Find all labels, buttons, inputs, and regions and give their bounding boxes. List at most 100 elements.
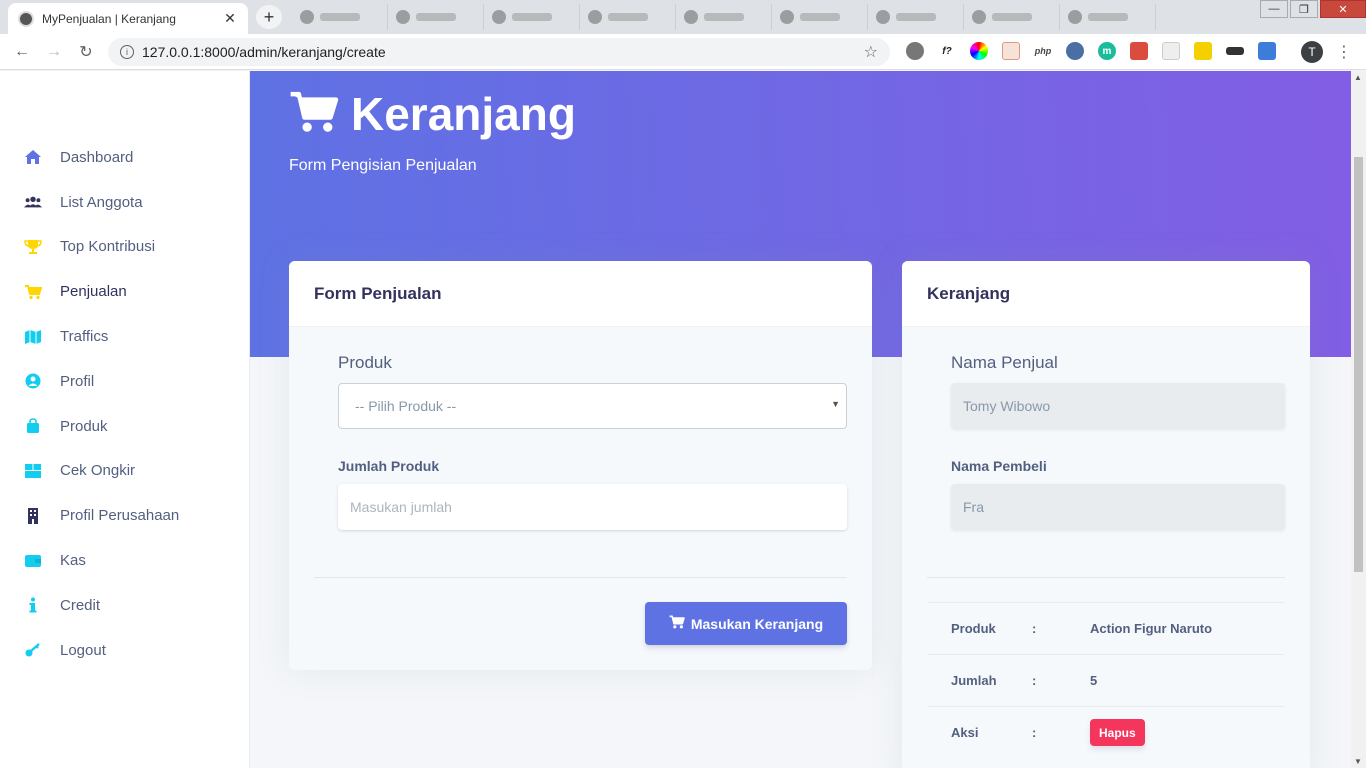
ruler-extension-icon[interactable] <box>1194 42 1212 60</box>
background-tab[interactable] <box>676 4 772 30</box>
hapus-button[interactable]: Hapus <box>1090 719 1145 746</box>
page-scrollbar[interactable]: ▲ ▼ <box>1351 71 1366 768</box>
sidebar-item-cek-ongkir[interactable]: Cek Ongkir <box>0 449 250 494</box>
sidebar-item-profil[interactable]: Profil <box>0 359 250 404</box>
sidebar-item-label: Profil <box>60 372 95 390</box>
page-title: Keranjang <box>289 87 576 141</box>
bookmark-star-icon[interactable]: ☆ <box>864 42 878 62</box>
card-title: Keranjang <box>927 283 1011 303</box>
jumlah-placeholder: Masukan jumlah <box>350 499 452 515</box>
cart-table: Produk : Action Figur Naruto Jumlah : 5 … <box>927 602 1284 758</box>
row-value: Action Figur Naruto <box>1090 621 1213 636</box>
sidebar-item-label: Cek Ongkir <box>60 462 136 480</box>
download-extension-icon[interactable] <box>1258 42 1276 60</box>
page-title-text: Keranjang <box>351 88 576 140</box>
browser-tab-active[interactable]: MyPenjualan | Keranjang ✕ <box>8 3 248 34</box>
php-extension-icon[interactable]: php <box>1034 42 1052 60</box>
sidebar-item-credit[interactable]: Credit <box>0 583 250 628</box>
masukan-keranjang-button[interactable]: Masukan Keranjang <box>645 602 847 645</box>
button-label: Masukan Keranjang <box>690 615 824 632</box>
sidebar-nav: Dashboard List Anggota Top Kontribusi Pe… <box>0 135 250 673</box>
building-icon <box>24 507 42 524</box>
tab-close-icon[interactable]: ✕ <box>222 10 238 27</box>
produk-label: Produk <box>338 353 392 372</box>
cart-icon <box>24 284 42 300</box>
sidebar-item-produk[interactable]: Produk <box>0 404 250 449</box>
info-icon <box>24 597 42 613</box>
m-extension-icon[interactable]: m <box>1098 42 1116 60</box>
row-key: Jumlah <box>951 673 997 688</box>
card-header: Keranjang <box>902 261 1310 327</box>
settings-extension-icon[interactable] <box>906 42 924 60</box>
sidebar-item-logout[interactable]: Logout <box>0 628 250 673</box>
sidebar-item-label: Profil Perusahaan <box>60 507 180 525</box>
map-icon <box>24 329 42 345</box>
scroll-thumb[interactable] <box>1354 157 1363 572</box>
profile-avatar[interactable]: T <box>1301 41 1323 63</box>
browser-tab-bar: MyPenjualan | Keranjang ✕ + — ❐ ✕ <box>0 0 1366 34</box>
table-row: Jumlah : 5 <box>927 654 1284 706</box>
address-bar[interactable]: i 127.0.0.1:8000/admin/keranjang/create … <box>108 38 890 66</box>
users-icon <box>24 194 42 210</box>
browser-menu-icon[interactable]: ⋮ <box>1336 42 1352 62</box>
scroll-down-icon[interactable]: ▼ <box>1354 757 1362 766</box>
maximize-icon[interactable]: ❐ <box>1290 0 1318 18</box>
background-tab[interactable] <box>1060 4 1156 30</box>
nama-penjual-value: Tomy Wibowo <box>963 398 1051 414</box>
mask-extension-icon[interactable] <box>1226 47 1244 55</box>
tab-favicon-icon <box>18 10 34 27</box>
color-wheel-extension-icon[interactable] <box>970 42 988 60</box>
window-close-icon[interactable]: ✕ <box>1320 0 1366 18</box>
sidebar-item-profil-perusahaan[interactable]: Profil Perusahaan <box>0 493 250 538</box>
form-penjualan-card: Form Penjualan Produk -- Pilih Produk --… <box>289 261 872 670</box>
sidebar-item-label: Traffics <box>60 328 109 346</box>
background-tab[interactable] <box>772 4 868 30</box>
site-info-icon[interactable]: i <box>120 45 134 59</box>
sidebar-item-label: Logout <box>60 641 106 659</box>
sidebar-item-list-anggota[interactable]: List Anggota <box>0 180 250 225</box>
back-arrow-icon[interactable]: ← <box>6 43 38 61</box>
sidebar-item-top-kontribusi[interactable]: Top Kontribusi <box>0 225 250 270</box>
todoist-extension-icon[interactable] <box>1130 42 1148 60</box>
jumlah-input[interactable]: Masukan jumlah <box>338 484 847 530</box>
note-extension-icon[interactable] <box>1002 42 1020 60</box>
sidebar-item-kas[interactable]: Kas <box>0 538 250 583</box>
background-tab[interactable] <box>964 4 1060 30</box>
sidebar-item-penjualan[interactable]: Penjualan <box>0 269 250 314</box>
minimize-icon[interactable]: — <box>1260 0 1288 18</box>
background-tab[interactable] <box>580 4 676 30</box>
new-tab-button[interactable]: + <box>256 5 282 29</box>
nama-pembeli-value: Fra <box>963 499 984 515</box>
sidebar-item-label: Penjualan <box>60 283 127 301</box>
compass-extension-icon[interactable] <box>1066 42 1084 60</box>
font-extension-icon[interactable]: f? <box>938 42 956 60</box>
sidebar-item-dashboard[interactable]: Dashboard <box>0 135 250 180</box>
row-key: Produk <box>951 621 996 636</box>
background-tab[interactable] <box>292 4 388 30</box>
row-value: 5 <box>1090 673 1098 688</box>
background-tab[interactable] <box>868 4 964 30</box>
cart-icon <box>289 90 339 139</box>
chevron-down-icon: ▼ <box>831 399 840 409</box>
card-header: Form Penjualan <box>289 261 872 327</box>
scroll-up-icon[interactable]: ▲ <box>1354 73 1362 82</box>
trophy-icon <box>24 239 42 255</box>
row-separator: : <box>1032 621 1037 636</box>
sidebar-item-traffics[interactable]: Traffics <box>0 314 250 359</box>
key-icon <box>24 642 42 658</box>
nama-penjual-field: Tomy Wibowo <box>951 383 1285 429</box>
background-tab[interactable] <box>484 4 580 30</box>
page-extension-icon[interactable] <box>1162 42 1180 60</box>
card-title: Form Penjualan <box>314 283 442 303</box>
page-subtitle: Form Pengisian Penjualan <box>289 157 477 174</box>
divider <box>314 577 847 578</box>
wallet-icon <box>24 553 42 569</box>
url-text: 127.0.0.1:8000/admin/keranjang/create <box>142 44 386 60</box>
produk-select[interactable]: -- Pilih Produk -- ▼ <box>338 383 847 429</box>
sidebar-item-label: Credit <box>60 596 101 614</box>
background-tab[interactable] <box>388 4 484 30</box>
nama-penjual-label: Nama Penjual <box>951 353 1058 372</box>
forward-arrow-icon[interactable]: → <box>38 43 70 61</box>
reload-icon[interactable]: ↻ <box>70 42 102 62</box>
row-separator: : <box>1032 673 1037 688</box>
